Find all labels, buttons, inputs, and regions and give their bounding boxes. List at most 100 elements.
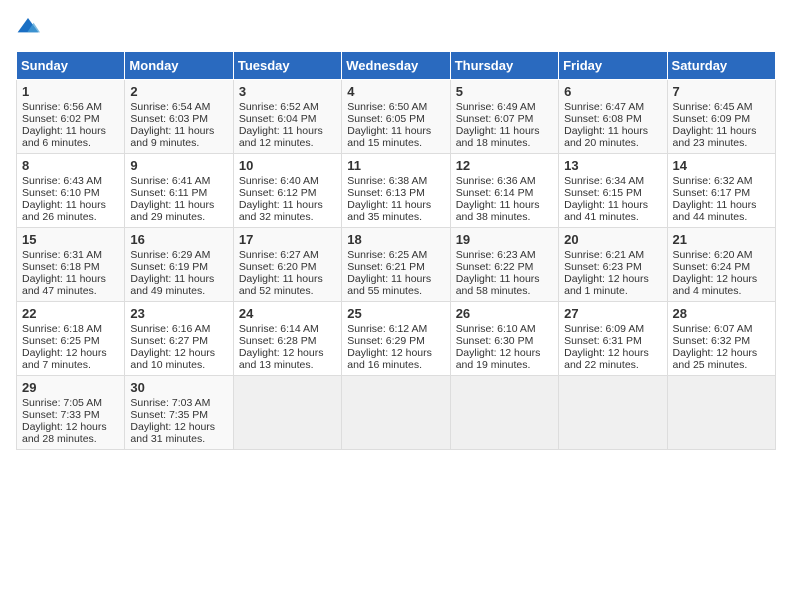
day-info-line: Sunset: 6:22 PM — [456, 261, 553, 273]
day-info-line: Sunset: 6:27 PM — [130, 335, 227, 347]
day-number: 16 — [130, 232, 227, 247]
calendar-cell: 14Sunrise: 6:32 AMSunset: 6:17 PMDayligh… — [667, 154, 775, 228]
day-info-line: and 32 minutes. — [239, 211, 336, 223]
day-number: 25 — [347, 306, 444, 321]
calendar-cell: 16Sunrise: 6:29 AMSunset: 6:19 PMDayligh… — [125, 228, 233, 302]
calendar-cell: 11Sunrise: 6:38 AMSunset: 6:13 PMDayligh… — [342, 154, 450, 228]
day-info-line: and 52 minutes. — [239, 285, 336, 297]
day-info-line: and 47 minutes. — [22, 285, 119, 297]
day-info-line: and 16 minutes. — [347, 359, 444, 371]
day-info-line: Sunset: 6:29 PM — [347, 335, 444, 347]
day-info-line: Daylight: 11 hours — [564, 125, 661, 137]
day-info-line: Sunrise: 6:45 AM — [673, 101, 770, 113]
day-info-line: and 58 minutes. — [456, 285, 553, 297]
day-info-line: Sunset: 6:09 PM — [673, 113, 770, 125]
day-info-line: Sunrise: 6:38 AM — [347, 175, 444, 187]
day-info-line: Sunset: 6:32 PM — [673, 335, 770, 347]
calendar-cell — [450, 376, 558, 450]
day-info-line: Sunrise: 6:27 AM — [239, 249, 336, 261]
calendar-cell: 25Sunrise: 6:12 AMSunset: 6:29 PMDayligh… — [342, 302, 450, 376]
day-info-line: and 20 minutes. — [564, 137, 661, 149]
day-info-line: and 4 minutes. — [673, 285, 770, 297]
calendar-cell: 2Sunrise: 6:54 AMSunset: 6:03 PMDaylight… — [125, 80, 233, 154]
day-info-line: and 25 minutes. — [673, 359, 770, 371]
day-info-line: Daylight: 11 hours — [564, 199, 661, 211]
day-info-line: Sunset: 6:04 PM — [239, 113, 336, 125]
day-number: 12 — [456, 158, 553, 173]
day-info-line: and 1 minute. — [564, 285, 661, 297]
day-info-line: Daylight: 12 hours — [673, 347, 770, 359]
weekday-header-tuesday: Tuesday — [233, 52, 341, 80]
day-info-line: and 13 minutes. — [239, 359, 336, 371]
calendar-week-row: 15Sunrise: 6:31 AMSunset: 6:18 PMDayligh… — [17, 228, 776, 302]
calendar-cell: 23Sunrise: 6:16 AMSunset: 6:27 PMDayligh… — [125, 302, 233, 376]
day-info-line: Daylight: 12 hours — [22, 421, 119, 433]
day-info-line: Sunrise: 6:52 AM — [239, 101, 336, 113]
calendar-cell: 22Sunrise: 6:18 AMSunset: 6:25 PMDayligh… — [17, 302, 125, 376]
day-info-line: Sunset: 6:10 PM — [22, 187, 119, 199]
calendar-week-row: 22Sunrise: 6:18 AMSunset: 6:25 PMDayligh… — [17, 302, 776, 376]
day-info-line: and 31 minutes. — [130, 433, 227, 445]
day-info-line: Sunset: 6:17 PM — [673, 187, 770, 199]
day-info-line: Sunrise: 6:50 AM — [347, 101, 444, 113]
day-number: 21 — [673, 232, 770, 247]
day-number: 27 — [564, 306, 661, 321]
day-info-line: Daylight: 12 hours — [130, 347, 227, 359]
day-info-line: Sunrise: 7:05 AM — [22, 397, 119, 409]
day-info-line: Sunrise: 6:41 AM — [130, 175, 227, 187]
weekday-header-friday: Friday — [559, 52, 667, 80]
day-number: 29 — [22, 380, 119, 395]
calendar-cell: 10Sunrise: 6:40 AMSunset: 6:12 PMDayligh… — [233, 154, 341, 228]
day-info-line: Sunset: 6:31 PM — [564, 335, 661, 347]
logo-icon — [16, 16, 40, 36]
day-info-line: Sunrise: 6:10 AM — [456, 323, 553, 335]
day-number: 8 — [22, 158, 119, 173]
day-info-line: and 6 minutes. — [22, 137, 119, 149]
day-number: 9 — [130, 158, 227, 173]
day-info-line: Sunset: 7:35 PM — [130, 409, 227, 421]
calendar-cell: 8Sunrise: 6:43 AMSunset: 6:10 PMDaylight… — [17, 154, 125, 228]
day-info-line: Daylight: 11 hours — [130, 125, 227, 137]
day-info-line: Daylight: 12 hours — [564, 347, 661, 359]
calendar-week-row: 1Sunrise: 6:56 AMSunset: 6:02 PMDaylight… — [17, 80, 776, 154]
day-info-line: Daylight: 12 hours — [130, 421, 227, 433]
day-info-line: Daylight: 11 hours — [22, 273, 119, 285]
day-info-line: Sunrise: 6:36 AM — [456, 175, 553, 187]
day-number: 5 — [456, 84, 553, 99]
day-number: 18 — [347, 232, 444, 247]
day-info-line: Sunrise: 6:16 AM — [130, 323, 227, 335]
day-info-line: Daylight: 11 hours — [347, 199, 444, 211]
day-info-line: Sunset: 6:30 PM — [456, 335, 553, 347]
day-info-line: Daylight: 12 hours — [22, 347, 119, 359]
day-info-line: Sunset: 6:13 PM — [347, 187, 444, 199]
calendar-cell: 9Sunrise: 6:41 AMSunset: 6:11 PMDaylight… — [125, 154, 233, 228]
day-info-line: Daylight: 11 hours — [130, 199, 227, 211]
day-number: 6 — [564, 84, 661, 99]
day-number: 1 — [22, 84, 119, 99]
day-info-line: Sunset: 6:24 PM — [673, 261, 770, 273]
day-info-line: Daylight: 11 hours — [239, 125, 336, 137]
day-info-line: Sunrise: 6:47 AM — [564, 101, 661, 113]
day-info-line: Daylight: 12 hours — [673, 273, 770, 285]
day-info-line: Sunrise: 6:25 AM — [347, 249, 444, 261]
day-info-line: Sunset: 6:28 PM — [239, 335, 336, 347]
day-info-line: Sunrise: 6:18 AM — [22, 323, 119, 335]
logo — [16, 16, 44, 41]
day-number: 19 — [456, 232, 553, 247]
day-info-line: and 29 minutes. — [130, 211, 227, 223]
day-number: 7 — [673, 84, 770, 99]
day-info-line: Sunrise: 6:14 AM — [239, 323, 336, 335]
calendar-cell — [342, 376, 450, 450]
day-info-line: and 23 minutes. — [673, 137, 770, 149]
day-number: 14 — [673, 158, 770, 173]
day-info-line: and 7 minutes. — [22, 359, 119, 371]
day-info-line: and 12 minutes. — [239, 137, 336, 149]
calendar-cell — [233, 376, 341, 450]
day-info-line: Sunset: 6:19 PM — [130, 261, 227, 273]
calendar-cell: 21Sunrise: 6:20 AMSunset: 6:24 PMDayligh… — [667, 228, 775, 302]
day-info-line: and 44 minutes. — [673, 211, 770, 223]
calendar-cell: 7Sunrise: 6:45 AMSunset: 6:09 PMDaylight… — [667, 80, 775, 154]
day-info-line: Daylight: 11 hours — [239, 273, 336, 285]
day-number: 30 — [130, 380, 227, 395]
day-info-line: Sunset: 6:23 PM — [564, 261, 661, 273]
